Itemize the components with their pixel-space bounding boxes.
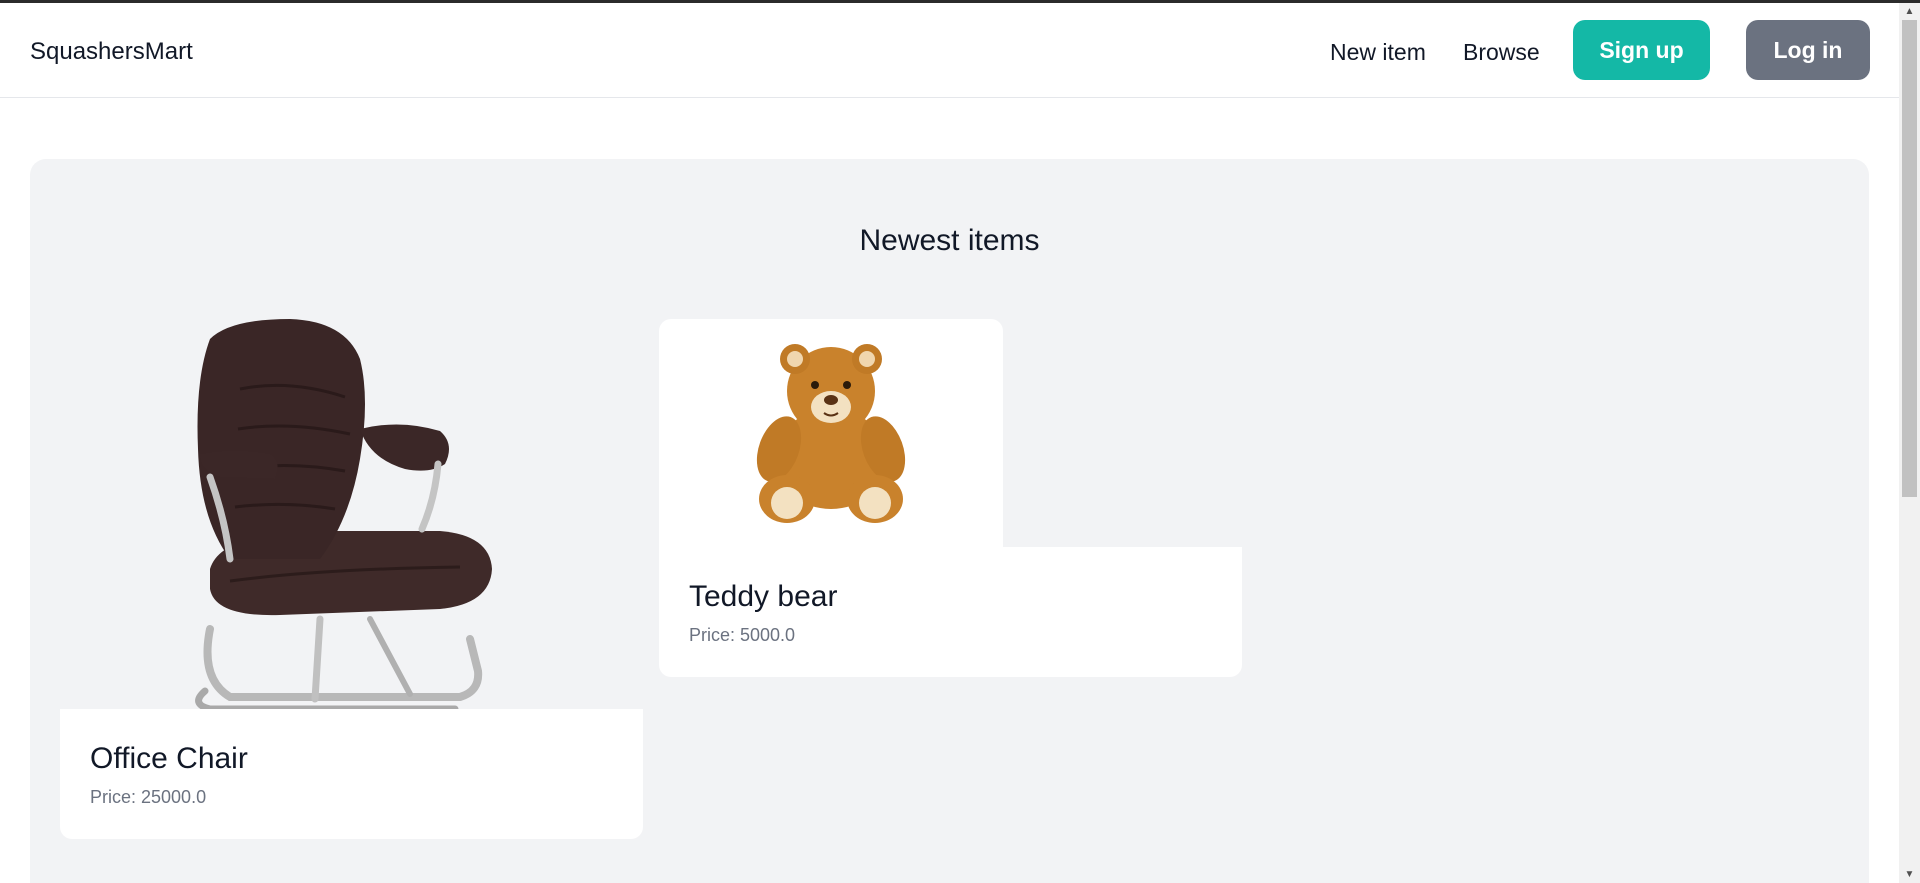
newest-items-panel: Newest items Office Chair Price: 25000.0… bbox=[30, 159, 1869, 883]
nav-new-item-link[interactable]: New item bbox=[1330, 37, 1426, 67]
login-button[interactable]: Log in bbox=[1746, 20, 1870, 80]
page: SquashersMart New item Browse Sign up Lo… bbox=[0, 3, 1899, 883]
office-chair-card-body: Office Chair Price: 25000.0 bbox=[60, 709, 643, 839]
item-name[interactable]: Office Chair bbox=[90, 741, 248, 777]
navbar: SquashersMart New item Browse Sign up Lo… bbox=[0, 3, 1899, 98]
scrollbar-thumb[interactable] bbox=[1902, 20, 1917, 497]
section-title: Newest items bbox=[859, 224, 1040, 257]
office-chair-image[interactable] bbox=[60, 319, 643, 709]
vertical-scrollbar[interactable]: ▲ ▼ bbox=[1899, 3, 1920, 883]
teddy-bear-icon bbox=[756, 344, 906, 523]
scroll-up-arrow-icon[interactable]: ▲ bbox=[1899, 3, 1920, 20]
item-name[interactable]: Teddy bear bbox=[689, 579, 837, 615]
teddy-bear-card-body: Teddy bear Price: 5000.0 bbox=[659, 547, 1242, 677]
scroll-down-arrow-icon[interactable]: ▼ bbox=[1899, 866, 1920, 883]
office-chair-icon bbox=[195, 319, 492, 709]
item-price: Price: 5000.0 bbox=[689, 625, 796, 645]
item-card-teddy-bear[interactable]: Teddy bear Price: 5000.0 bbox=[659, 319, 1242, 679]
item-card-office-chair[interactable]: Office Chair Price: 25000.0 bbox=[60, 319, 643, 839]
nav-browse-link[interactable]: Browse bbox=[1463, 37, 1540, 67]
brand-logo-link[interactable]: SquashersMart bbox=[30, 37, 193, 67]
item-price: Price: 25000.0 bbox=[90, 787, 207, 807]
signup-button[interactable]: Sign up bbox=[1573, 20, 1710, 80]
teddy-bear-image[interactable] bbox=[659, 319, 1003, 547]
